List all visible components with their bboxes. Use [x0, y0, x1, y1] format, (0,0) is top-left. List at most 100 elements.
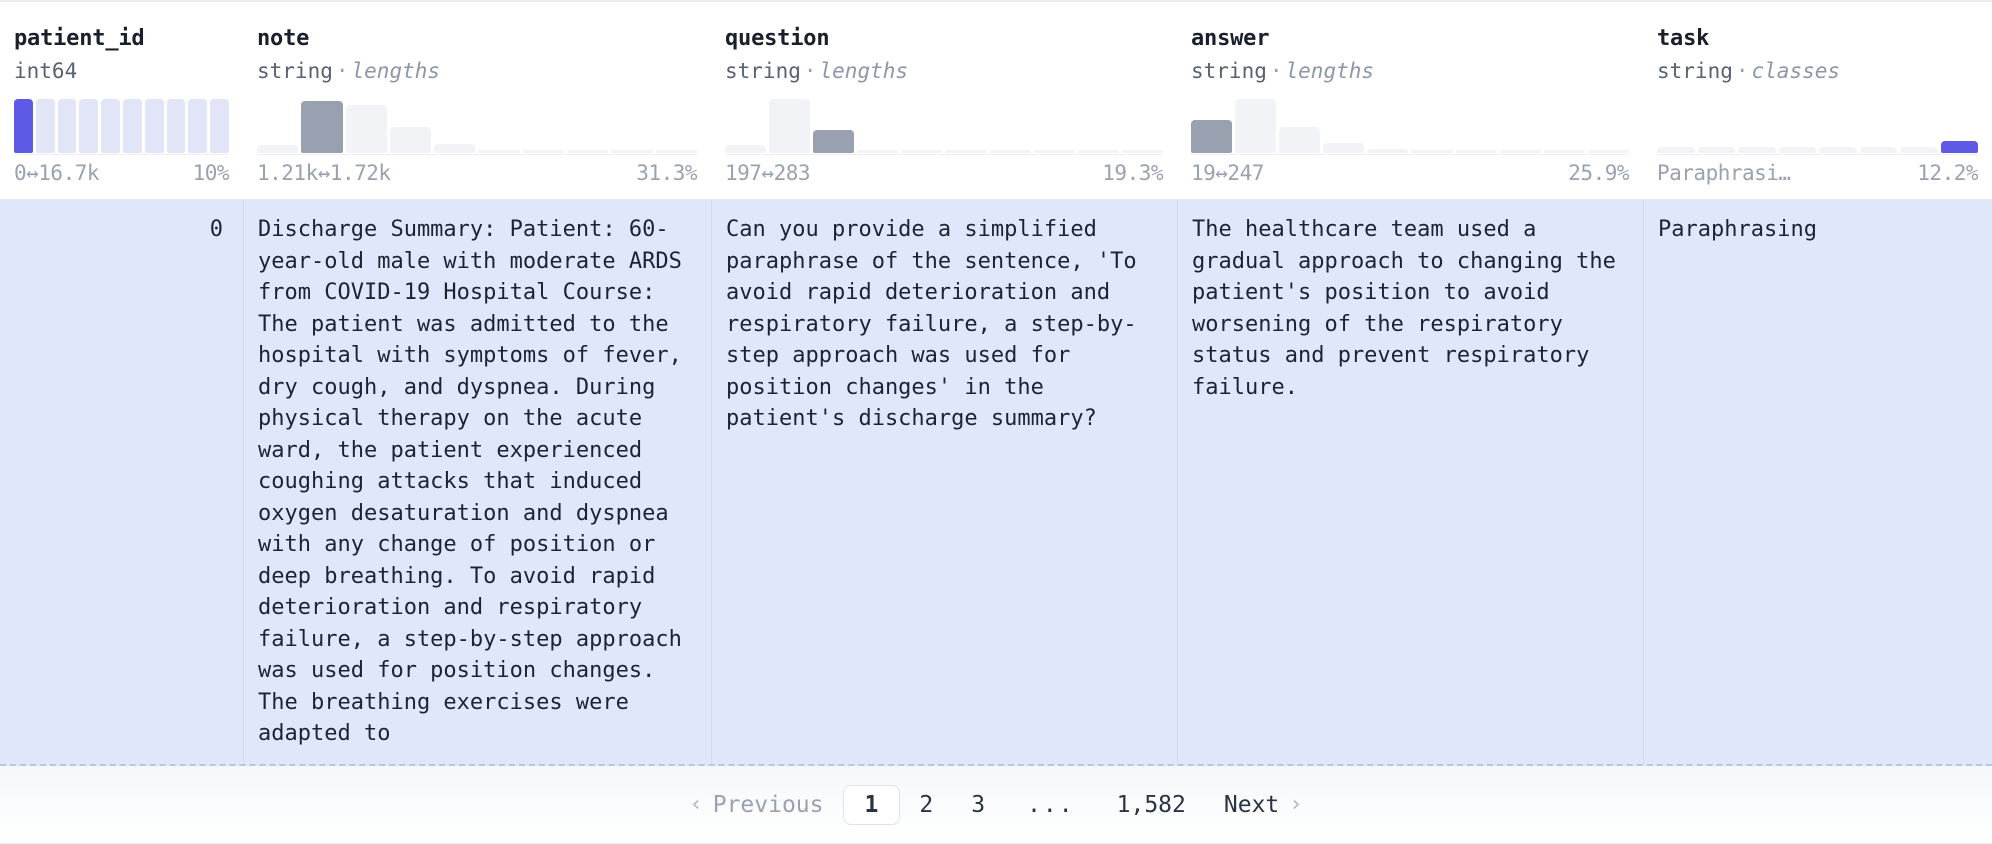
histogram-bar: [1323, 143, 1365, 153]
next-page-button[interactable]: Next ›: [1205, 785, 1322, 825]
histogram-percent: 19.3%: [1102, 161, 1163, 185]
histogram-range: 19↔247: [1191, 161, 1264, 185]
histogram-bar: [1411, 149, 1453, 153]
column-type: string · classes: [1657, 56, 1978, 86]
histogram-bar: [101, 99, 120, 153]
column-dtype: string: [1191, 59, 1267, 83]
column-stats-question: 197↔283 19.3%: [711, 99, 1177, 199]
chevron-left-icon: ‹: [689, 792, 703, 817]
column-subtype: classes: [1751, 59, 1841, 83]
column-type: string · lengths: [1191, 56, 1629, 86]
histogram-bar: [434, 144, 476, 153]
separator-dot: ·: [335, 59, 349, 83]
histogram-bar: [478, 149, 520, 153]
histogram-bar: [1499, 149, 1541, 153]
histogram-bar: [166, 99, 186, 153]
cell-question[interactable]: Can you provide a simplified paraphrase …: [711, 200, 1177, 764]
histogram-bar: [210, 99, 229, 153]
page-button-3[interactable]: 3: [952, 785, 1004, 825]
histogram-bar: [655, 149, 697, 153]
page-ellipsis: ...: [1027, 791, 1075, 818]
histogram-bar: [611, 149, 653, 153]
cell-patient-id[interactable]: 0: [0, 200, 243, 764]
column-header-note[interactable]: note string · lengths 1.21k↔1.72k 31.3%: [243, 2, 711, 199]
chevron-right-icon: ›: [1289, 792, 1303, 817]
column-name: patient_id: [14, 26, 145, 51]
histogram-bar: [1191, 119, 1233, 153]
separator-dot: ·: [803, 59, 817, 83]
histogram-bar: [1697, 146, 1735, 153]
column-name: note: [257, 26, 310, 51]
histogram-bar: [57, 99, 77, 153]
previous-page-button[interactable]: ‹ Previous: [670, 785, 842, 825]
histogram-percent: 31.3%: [636, 161, 697, 185]
histogram-labels: 19↔247 25.9%: [1191, 161, 1629, 185]
histogram-bar: [1940, 141, 1978, 153]
histogram-bar: [522, 149, 565, 153]
column-subtype: lengths: [351, 59, 441, 83]
histogram-bar: [945, 150, 987, 153]
histogram-range: 0↔16.7k: [14, 161, 100, 185]
column-subtype: lengths: [819, 59, 909, 83]
histogram-task[interactable]: [1657, 99, 1978, 155]
cell-note[interactable]: Discharge Summary: Patient: 60-year-old …: [243, 200, 711, 764]
column-stats-patient-id: 0↔16.7k 10%: [0, 99, 243, 199]
histogram-question[interactable]: [725, 99, 1163, 155]
histogram-bar: [1033, 150, 1075, 153]
histogram-bar: [188, 99, 208, 153]
histogram-bar: [567, 149, 609, 153]
column-type: string · lengths: [725, 56, 1163, 86]
column-header-task[interactable]: task string · classes Paraphrasi… 12.2%: [1643, 2, 1992, 199]
histogram-bar: [725, 145, 767, 153]
histogram-bar: [301, 101, 343, 153]
histogram-bar: [857, 150, 899, 153]
histogram-bar: [1121, 150, 1163, 153]
table-row[interactable]: 0 Discharge Summary: Patient: 60-year-ol…: [0, 200, 1992, 766]
page-button-1[interactable]: 1: [842, 784, 901, 825]
histogram-bar: [813, 130, 855, 153]
column-header-patient-id[interactable]: patient_id int64 0↔16.7k 10%: [0, 2, 243, 199]
column-dtype: int64: [14, 59, 78, 83]
histogram-bar: [1543, 149, 1585, 153]
column-name: answer: [1191, 26, 1270, 51]
histogram-patient-id[interactable]: [14, 99, 229, 155]
histogram-bar: [14, 99, 33, 153]
histogram-top-class: Paraphrasi…: [1657, 161, 1791, 185]
histogram-bar: [1859, 146, 1897, 153]
histogram-labels: Paraphrasi… 12.2%: [1657, 161, 1978, 185]
column-stats-task: Paraphrasi… 12.2%: [1643, 99, 1992, 199]
column-stats-answer: 19↔247 25.9%: [1177, 99, 1643, 199]
histogram-note[interactable]: [257, 99, 697, 155]
histogram-answer[interactable]: [1191, 99, 1629, 155]
histogram-bar: [35, 99, 55, 153]
page-button-last[interactable]: 1,582: [1098, 785, 1205, 825]
column-dtype: string: [1657, 59, 1733, 83]
column-name: task: [1657, 26, 1710, 51]
column-type: string · lengths: [257, 56, 697, 86]
histogram-percent: 10%: [192, 161, 230, 185]
cell-task[interactable]: Paraphrasing: [1643, 200, 1992, 764]
histogram-bar: [345, 105, 387, 153]
histogram-bar: [769, 99, 811, 153]
histogram-bar: [122, 99, 142, 153]
column-dtype: string: [725, 59, 801, 83]
histogram-bar: [79, 99, 99, 153]
column-name: question: [725, 26, 830, 51]
page-button-2[interactable]: 2: [900, 785, 952, 825]
column-header-question[interactable]: question string · lengths 197↔283 19.3%: [711, 2, 1177, 199]
cell-answer[interactable]: The healthcare team used a gradual appro…: [1177, 200, 1643, 764]
histogram-bar: [1778, 146, 1816, 153]
histogram-bar: [1738, 146, 1776, 153]
histogram-bar: [901, 150, 943, 153]
histogram-bar: [1235, 99, 1277, 153]
separator-dot: ·: [1269, 59, 1283, 83]
histogram-bar: [1077, 150, 1119, 153]
histogram-range: 1.21k↔1.72k: [257, 161, 391, 185]
column-header-answer[interactable]: answer string · lengths 19↔247 25.9%: [1177, 2, 1643, 199]
histogram-bar: [389, 127, 432, 153]
column-dtype: string: [257, 59, 333, 83]
column-stats-note: 1.21k↔1.72k 31.3%: [243, 99, 711, 199]
histogram-bar: [1587, 149, 1629, 153]
histogram-range: 197↔283: [725, 161, 811, 185]
histogram-bar: [1279, 127, 1321, 153]
